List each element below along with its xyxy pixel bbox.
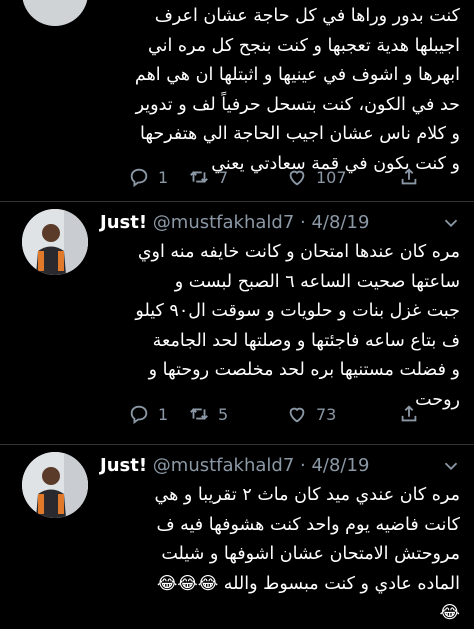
tweet-header: Just! @mustfakhald7 · 4/8/19 (100, 453, 464, 479)
reply-count: 1 (158, 167, 169, 187)
heart-icon (289, 170, 305, 186)
avatar[interactable] (22, 0, 88, 26)
tweet-text-line: مره كان عندها امتحان و كانت خايفه منه او… (137, 242, 460, 262)
person-icon (22, 452, 88, 518)
reply-button[interactable]: 1 (128, 162, 168, 192)
retweet-button[interactable]: 5 (188, 399, 228, 429)
tweet-text-line: ابهرها و اشوف في عينيها و اثبتلها ان هي … (134, 65, 460, 85)
tweet-actions: 1 7 107 (0, 162, 474, 192)
tweet-3[interactable]: Just! @mustfakhald7 · 4/8/19 مره كان عند… (0, 445, 474, 623)
like-button[interactable]: 73 (286, 399, 336, 429)
tweet-text: مره كان عندها امتحان و كانت خايفه منه او… (98, 238, 460, 415)
tweet-text-line: الماده عادي و كنت مبسوط والله 😂😂😂 (156, 573, 460, 594)
display-name[interactable]: Just! (100, 212, 147, 233)
tweet-text-line: كنت بدور وراها في كل حاجة عشان اعرف (154, 6, 460, 26)
retweet-icon (190, 171, 208, 183)
share-button[interactable] (398, 399, 420, 429)
share-icon (401, 405, 417, 422)
retweet-count: 5 (218, 404, 229, 424)
chevron-down-icon[interactable] (440, 212, 462, 234)
user-handle[interactable]: @mustfakhald7 (153, 455, 295, 476)
tweet-text-line: مروحتش الامتحان عشان اشوفها و شيلت (161, 544, 460, 564)
tweet-text-line: 😂 (439, 603, 460, 623)
reply-button[interactable]: 1 (128, 399, 168, 429)
tweet-text-line: ف بتاع ساعه فاجئتها و وصلتها لحد الجامعة (152, 330, 460, 351)
tweet-text-line: مره كان عندي ميد كان ماث ٢ تقريبا و هي (154, 485, 460, 505)
tweet-header: Just! @mustfakhald7 · 4/8/19 (100, 210, 464, 236)
heart-icon (289, 407, 305, 423)
tweet-text-line: كانت فاضيه يوم واحد كنت هشوفها فيه ف (156, 514, 460, 535)
tweet-text-line: حد في الكون، كنت بتسحل حرفياً لف و تدوير (135, 94, 460, 115)
tweet-1[interactable]: كنت بدور وراها في كل حاجة عشان اعرف اجيب… (0, 0, 474, 200)
retweet-icon (190, 408, 208, 420)
tweet-date[interactable]: · 4/8/19 (300, 212, 369, 233)
chevron-down-icon[interactable] (440, 455, 462, 477)
avatar[interactable] (22, 452, 88, 518)
person-icon (22, 209, 88, 275)
reply-icon (130, 168, 148, 188)
reply-icon (130, 405, 148, 425)
tweet-text-line: و كلام ناس عشان اجيب الحاجة الي هتفرحها (140, 124, 460, 144)
like-count: 107 (316, 167, 347, 187)
tweet-text-line: و فضلت مستنيها بره لحد مخلصت روحتها و (148, 360, 460, 380)
tweet-2[interactable]: Just! @mustfakhald7 · 4/8/19 مره كان عند… (0, 202, 474, 444)
tweet-text: كنت بدور وراها في كل حاجة عشان اعرف اجيب… (98, 2, 460, 179)
share-button[interactable] (398, 162, 420, 192)
reply-count: 1 (158, 404, 169, 424)
tweet-text-line: جبت غزل بنات و حلويات و سوقت ال٩٠ كيلو (135, 301, 460, 321)
display-name[interactable]: Just! (100, 455, 147, 476)
avatar[interactable] (22, 209, 88, 275)
tweet-text-line: ساعتها صحيت الساعه ٦ الصبح لبست و (174, 271, 460, 292)
like-button[interactable]: 107 (286, 162, 347, 192)
retweet-count: 7 (218, 167, 229, 187)
tweet-date[interactable]: · 4/8/19 (300, 455, 369, 476)
tweet-text-line: اجيبلها هدية تعجبها و كنت بنجح كل مره ان… (148, 35, 460, 56)
share-icon (401, 168, 417, 185)
tweet-actions: 1 5 73 (0, 399, 474, 429)
tweet-text: مره كان عندي ميد كان ماث ٢ تقريبا و هي ك… (98, 481, 460, 629)
user-handle[interactable]: @mustfakhald7 (153, 212, 295, 233)
retweet-button[interactable]: 7 (188, 162, 228, 192)
like-count: 73 (316, 404, 337, 424)
